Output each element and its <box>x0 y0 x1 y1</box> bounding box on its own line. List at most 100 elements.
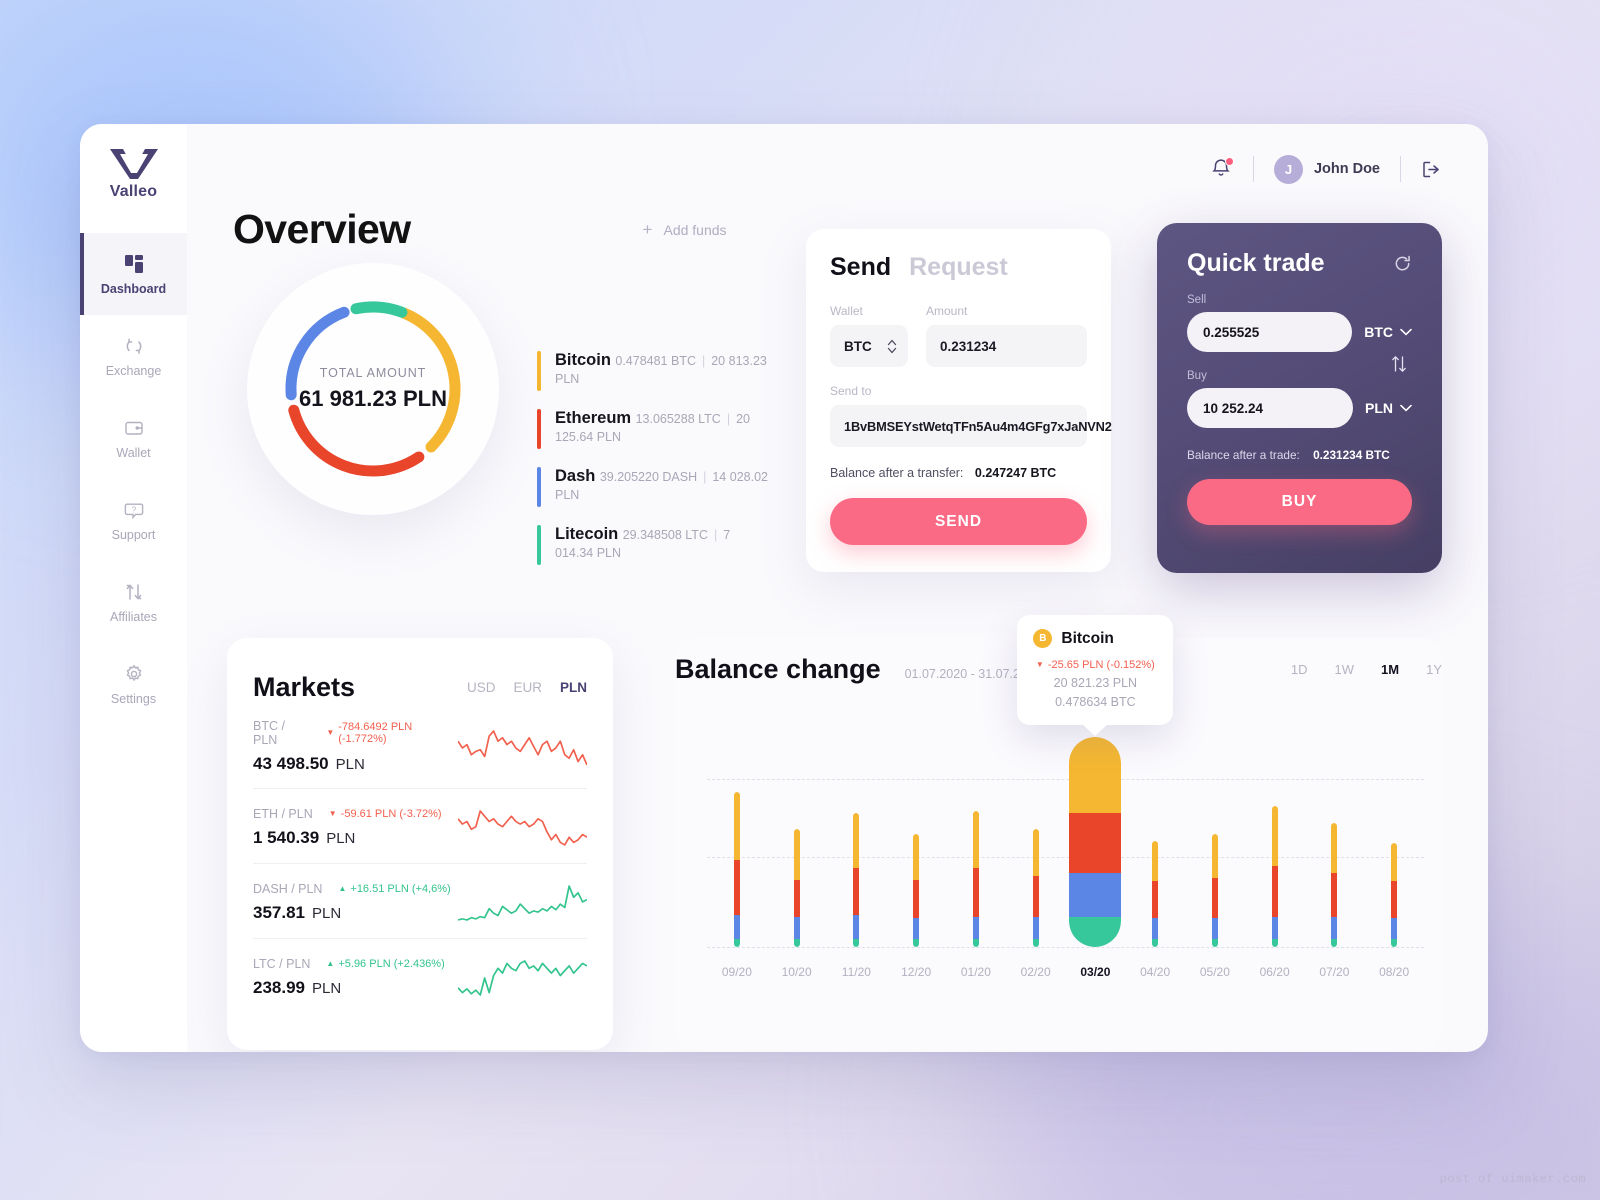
period-1y[interactable]: 1Y <box>1426 662 1442 677</box>
bar-column[interactable] <box>827 737 887 947</box>
bar-segment-litecoin <box>1391 938 1398 947</box>
bar-stack <box>1331 822 1338 947</box>
currency-usd[interactable]: USD <box>467 680 496 695</box>
bar-column[interactable] <box>1185 737 1245 947</box>
sidebar-item-dashboard[interactable]: Dashboard <box>80 233 187 315</box>
tooltip-delta: ▼ -25.65 PLN (-0.152%) <box>1033 659 1157 671</box>
bar-column[interactable] <box>767 737 827 947</box>
asset-amount: 39.205220 DASH <box>599 470 698 484</box>
period-1m[interactable]: 1M <box>1381 662 1399 677</box>
sidebar-item-wallet[interactable]: Wallet <box>80 397 187 479</box>
tooltip-asset-name: Bitcoin <box>1061 629 1114 647</box>
x-axis-tick: 02/20 <box>1020 965 1051 979</box>
market-delta: ▲ +16.51 PLN (+4,6%) <box>338 883 450 895</box>
x-axis-tick: 06/20 <box>1259 965 1290 979</box>
bar-column[interactable] <box>946 737 1006 947</box>
send-balance-line: Balance after a transfer: 0.247247 BTC <box>830 466 1087 480</box>
currency-eur[interactable]: EUR <box>513 680 542 695</box>
table-row[interactable]: BTC / PLN ▼ -784.6492 PLN (-1.772%) 43 49… <box>253 703 587 789</box>
refresh-icon[interactable] <box>1393 254 1412 273</box>
tab-request[interactable]: Request <box>909 253 1008 282</box>
table-row[interactable]: LTC / PLN ▲ +5.96 PLN (+2.436%) 238.99 PLN <box>253 939 587 1013</box>
sidebar-item-label: Exchange <box>105 363 162 378</box>
bar-segment-dash <box>1032 916 1039 939</box>
market-pair: ETH / PLN <box>253 806 313 821</box>
trade-balance-value: 0.231234 BTC <box>1313 448 1390 462</box>
trade-balance-label: Balance after a trade: <box>1187 448 1300 462</box>
asset-amount: 13.065288 LTC <box>635 412 721 426</box>
send-button[interactable]: SEND <box>830 498 1087 545</box>
trade-balance-line: Balance after a trade: 0.231234 BTC <box>1187 448 1412 462</box>
bar-stack <box>1032 829 1039 947</box>
swap-arrows-icon[interactable] <box>1390 354 1408 374</box>
avatar[interactable]: J <box>1273 154 1303 184</box>
market-price-unit: PLN <box>312 979 342 997</box>
list-item[interactable]: Ethereum 13.065288 LTC | 20 125.64 PLN <box>537 409 768 449</box>
sparkline-btc <box>458 729 587 765</box>
market-delta-text: +16.51 PLN (+4,6%) <box>350 882 451 895</box>
wallet-select[interactable]: BTC <box>830 325 908 367</box>
market-delta: ▲ +5.96 PLN (+2.436%) <box>326 958 444 970</box>
bar-segment-litecoin <box>1069 916 1122 947</box>
buy-currency-select[interactable]: PLN <box>1365 400 1412 416</box>
bar-column[interactable] <box>707 737 767 947</box>
sidebar-item-settings[interactable]: Settings <box>80 643 187 725</box>
bar-stack <box>853 812 860 947</box>
table-row[interactable]: DASH / PLN ▲ +16.51 PLN (+4,6%) 357.81 PLN <box>253 864 587 939</box>
sell-input[interactable]: 0.255525 <box>1187 312 1353 352</box>
wallet-label: Wallet <box>830 304 863 318</box>
period-1d[interactable]: 1D <box>1291 662 1308 677</box>
bar-column[interactable] <box>1066 737 1126 947</box>
list-item[interactable]: Bitcoin 0.478481 BTC | 20 813.23 PLN <box>537 351 768 391</box>
amount-label: Amount <box>926 304 968 318</box>
period-1w[interactable]: 1W <box>1335 662 1355 677</box>
amount-field-group: Amount 0.231234 <box>926 304 1087 367</box>
buy-input[interactable]: 10 252.24 <box>1187 388 1353 428</box>
svg-text:?: ? <box>131 505 136 514</box>
bar-segment-bitcoin <box>793 829 800 880</box>
logout-icon[interactable] <box>1421 159 1442 180</box>
market-pair-line: ETH / PLN ▼ -59.61 PLN (-3.72%) <box>253 807 458 821</box>
market-price-value: 43 498.50 <box>253 754 329 773</box>
sparkline-ltc <box>458 960 587 996</box>
bar-segment-dash <box>1271 916 1278 939</box>
sendto-field-group: Send to 1BvBMSEYstWetqTFn5Au4m4GFg7xJaNV… <box>830 384 1112 447</box>
brand-logo[interactable]: Valleo <box>108 146 160 201</box>
bar-segment-ethereum <box>1211 878 1218 919</box>
add-funds-label: Add funds <box>663 221 727 238</box>
wallet-icon <box>123 417 145 439</box>
sidebar-item-exchange[interactable]: Exchange <box>80 315 187 397</box>
bar-column[interactable] <box>1006 737 1066 947</box>
sidebar-item-support[interactable]: ? Support <box>80 479 187 561</box>
bar-column[interactable] <box>1364 737 1424 947</box>
bar-column[interactable] <box>1125 737 1185 947</box>
buy-button[interactable]: BUY <box>1187 479 1412 525</box>
list-item[interactable]: Litecoin 29.348508 LTC | 7 014.34 PLN <box>537 525 768 565</box>
bar-column[interactable] <box>886 737 946 947</box>
bar-column[interactable] <box>1305 737 1365 947</box>
period-switcher: 1D 1W 1M 1Y <box>1291 662 1442 677</box>
sell-currency-select[interactable]: BTC <box>1364 324 1412 340</box>
bar-segment-litecoin <box>1271 938 1278 947</box>
market-info: ETH / PLN ▼ -59.61 PLN (-3.72%) 1 540.39 P… <box>253 807 458 848</box>
send-balance-value: 0.247247 BTC <box>974 466 1057 480</box>
add-funds-button[interactable]: + Add funds <box>643 221 727 238</box>
sidebar-item-label: Settings <box>110 691 157 706</box>
bar-segment-ethereum <box>1152 881 1159 919</box>
bar-segment-bitcoin <box>1069 737 1122 813</box>
main-content: J John Doe Overview + Add funds TOTAL AM… <box>187 124 1488 1052</box>
bar-column[interactable] <box>1245 737 1305 947</box>
sidebar-item-affiliates[interactable]: Affiliates <box>80 561 187 643</box>
amount-input[interactable]: 0.231234 <box>926 325 1087 367</box>
sendto-input[interactable]: 1BvBMSEYstWetqTFn5Au4m4GFg7xJaNVN2 <box>830 405 1112 447</box>
currency-pln[interactable]: PLN <box>560 680 587 695</box>
sidebar-nav: Dashboard Exchange Wallet ? Support Affi… <box>80 233 187 725</box>
bar-segment-ethereum <box>913 879 920 919</box>
table-row[interactable]: ETH / PLN ▼ -59.61 PLN (-3.72%) 1 540.39 P… <box>253 789 587 864</box>
currency-switcher: USD EUR PLN <box>467 680 587 695</box>
notification-bell-icon[interactable] <box>1211 157 1234 181</box>
buy-currency-value: PLN <box>1365 400 1393 416</box>
list-item[interactable]: Dash 39.205220 DASH | 14 028.02 PLN <box>537 467 768 507</box>
tab-send[interactable]: Send <box>830 253 891 282</box>
market-price: 238.99 PLN <box>253 978 458 998</box>
